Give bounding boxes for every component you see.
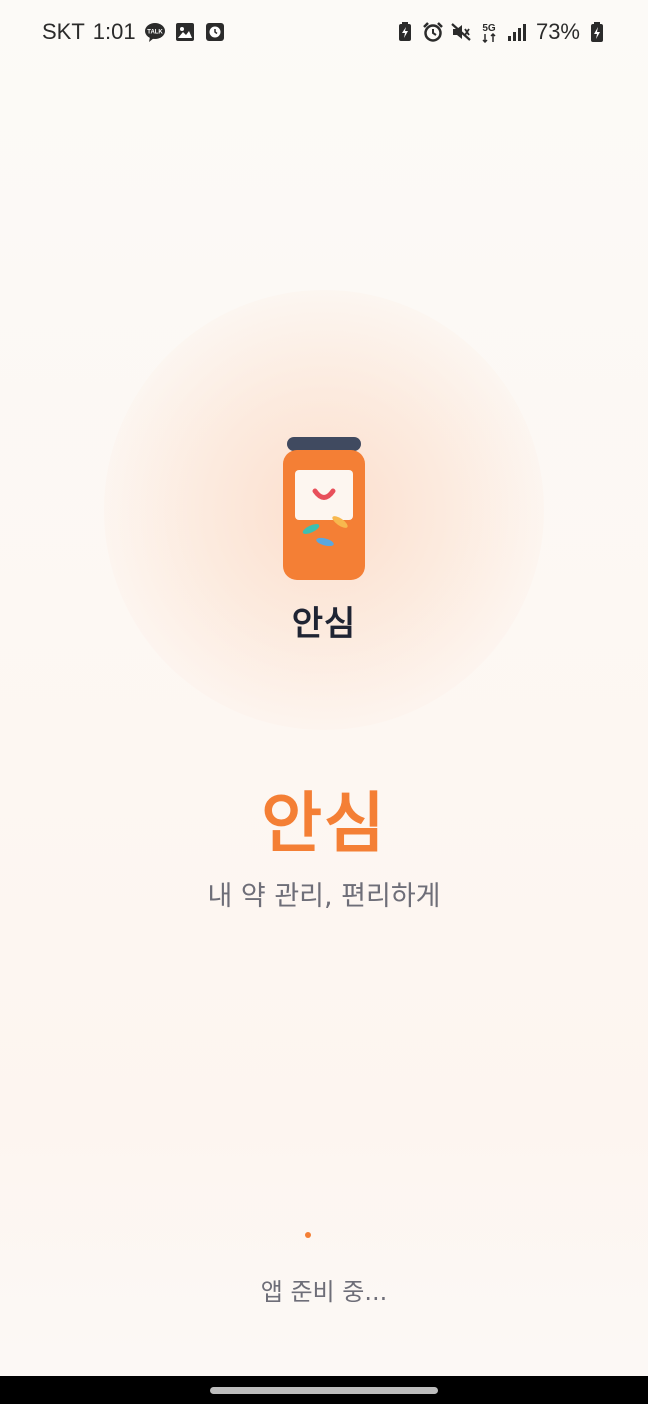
- app-tagline: 내 약 관리, 편리하게: [207, 881, 441, 912]
- clock-app-icon: [204, 21, 226, 43]
- status-bar-left: SKT 1:01 TALK: [42, 19, 226, 45]
- loading-status-text: 앱 준비 중...: [260, 1278, 388, 1306]
- alarm-icon: [422, 21, 444, 43]
- mute-icon: [450, 21, 472, 43]
- battery-saver-icon: [394, 21, 416, 43]
- gallery-icon: [174, 21, 196, 43]
- signal-icon: [506, 21, 528, 43]
- icon-caption: 안심: [291, 604, 357, 644]
- kakaotalk-icon: TALK: [144, 21, 166, 43]
- loading-spinner: [305, 1232, 311, 1238]
- network-type-label: 5G: [482, 23, 496, 34]
- carrier-label: SKT: [42, 19, 85, 44]
- battery-percent: 73%: [535, 19, 580, 44]
- 5g-icon: 5G: [478, 21, 500, 43]
- system-navigation-bar: [0, 1376, 648, 1404]
- clock-time: 1:01: [92, 19, 136, 44]
- medicine-jar-logo-icon: [281, 434, 367, 584]
- status-bar-right: 5G 73%: [394, 19, 608, 45]
- battery-charging-icon: [586, 21, 608, 43]
- home-gesture-handle[interactable]: [210, 1387, 438, 1394]
- app-title: 안심: [261, 785, 387, 862]
- kakaotalk-badge-text: TALK: [147, 30, 163, 36]
- status-bar: SKT 1:01 TALK 5G 73%: [0, 0, 648, 64]
